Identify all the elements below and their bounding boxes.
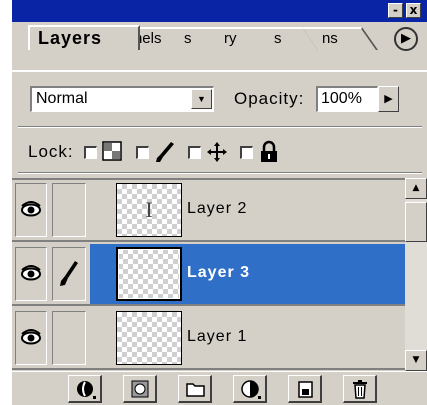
layer-name: Layer 3 [187, 264, 251, 281]
new-adjustment-layer-button[interactable] [233, 375, 267, 403]
layer-name-cell[interactable]: Layer 3 [90, 244, 405, 304]
layer-row[interactable]: I Layer 2 [12, 180, 405, 242]
brush-lock-icon [154, 140, 176, 164]
layer-thumbnail: I [116, 183, 182, 237]
opacity-slider-button[interactable]: ▶ [378, 86, 399, 112]
trash-icon [353, 380, 367, 399]
link-toggle[interactable] [52, 311, 86, 365]
eye-icon [21, 265, 41, 281]
layers-palette: - x nels s ry s ns Layers ▶ Normal ▼ Opa… [12, 0, 427, 405]
transparency-lock-icon [102, 140, 124, 164]
layer-style-button[interactable] [68, 375, 102, 403]
layer-name: Layer 2 [187, 200, 248, 217]
eye-icon [21, 201, 41, 217]
chevron-down-icon[interactable]: ▼ [191, 89, 212, 109]
layer-thumbnail [116, 247, 182, 301]
new-layer-button[interactable] [288, 375, 322, 403]
layers-scrollbar[interactable]: ▲ ▼ [405, 178, 427, 371]
thumbnail-text: I [145, 197, 153, 222]
tab-layers[interactable]: Layers [28, 25, 140, 50]
layer-style-icon [77, 381, 96, 399]
add-mask-button[interactable] [123, 375, 157, 403]
blend-mode-value: Normal [36, 90, 88, 107]
delete-layer-button[interactable] [343, 375, 377, 403]
scroll-up-button[interactable]: ▲ [405, 178, 427, 199]
palette-title-bar[interactable]: - x [12, 0, 427, 22]
layers-list: I Layer 2 Layer 3 Layer 1 [12, 178, 405, 371]
visibility-toggle[interactable] [15, 183, 47, 237]
lock-all-checkbox[interactable] [240, 146, 253, 159]
layers-toolbar [12, 371, 427, 405]
new-layer-icon [298, 381, 313, 398]
paintbrush-icon [60, 261, 78, 286]
scroll-thumb[interactable] [405, 202, 427, 242]
thumbnail-text [117, 312, 181, 364]
lock-transparency-checkbox[interactable] [84, 146, 97, 159]
opacity-label: Opacity: [234, 89, 305, 108]
padlock-icon [258, 140, 280, 164]
divider [18, 126, 422, 128]
blend-mode-select[interactable]: Normal ▼ [30, 86, 214, 112]
visibility-toggle[interactable] [15, 311, 47, 365]
link-toggle[interactable] [52, 247, 86, 301]
new-set-icon [186, 383, 205, 397]
tab-label: s [273, 30, 282, 47]
palette-menu-button[interactable]: ▶ [394, 27, 418, 51]
minimize-button[interactable]: - [388, 3, 403, 18]
scroll-down-button[interactable]: ▼ [405, 350, 427, 371]
layer-thumbnail [116, 311, 182, 365]
adjustment-layer-icon [241, 380, 261, 399]
thumbnail-text [118, 249, 180, 299]
divider [18, 172, 422, 174]
opacity-input[interactable]: 100% [316, 86, 378, 112]
eye-icon [21, 329, 41, 345]
layer-name-cell[interactable]: Layer 1 [90, 308, 405, 368]
tab-label: ry [223, 30, 237, 47]
lock-image-checkbox[interactable] [136, 146, 149, 159]
layer-name: Layer 1 [187, 328, 248, 345]
move-lock-icon [206, 140, 228, 164]
visibility-toggle[interactable] [15, 247, 47, 301]
tab-baseline [12, 70, 427, 72]
tab-label: ns [321, 30, 338, 47]
link-toggle[interactable] [52, 183, 86, 237]
layer-name-cell[interactable]: I Layer 2 [90, 180, 405, 240]
lock-label: Lock: [28, 142, 74, 161]
new-set-button[interactable] [178, 375, 212, 403]
tab-label: s [183, 30, 192, 47]
layer-mask-icon [131, 380, 149, 398]
lock-position-checkbox[interactable] [188, 146, 201, 159]
layer-row[interactable]: Layer 1 [12, 308, 405, 370]
close-button[interactable]: x [406, 3, 421, 18]
layer-row-selected[interactable]: Layer 3 [12, 244, 405, 306]
